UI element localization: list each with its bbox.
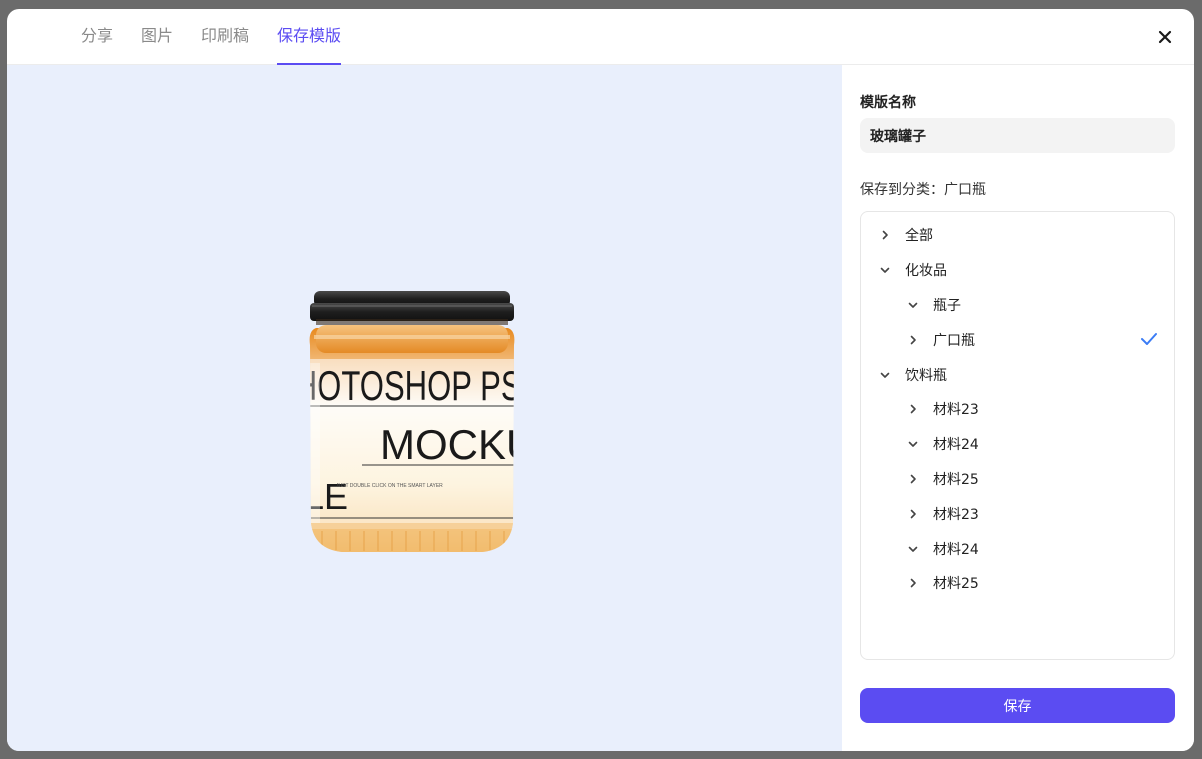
- tab-print[interactable]: 印刷稿: [201, 9, 249, 65]
- tree-item-material[interactable]: 材料25: [861, 566, 1174, 601]
- tree-item-beverage-bottles[interactable]: 饮料瓶: [861, 357, 1174, 392]
- save-template-dialog: 分享 图片 印刷稿 保存模版 HOTOSHOP PS MOCKU LE JUST…: [7, 9, 1194, 751]
- tree-item-wide-mouth-bottle[interactable]: 广口瓶: [861, 322, 1174, 357]
- chevron-down-icon: [908, 441, 918, 447]
- mockup-preview: PHOTOSHOP PSD MOCKUP LE Y JUST DOUBLE CL…: [7, 65, 842, 751]
- template-name-label: 模版名称: [860, 95, 916, 111]
- tree-item-label: 全部: [905, 228, 933, 245]
- tree-item-label: 化妆品: [905, 263, 947, 280]
- tree-item-label: 材料23: [933, 506, 979, 523]
- tree-item-cosmetics[interactable]: 化妆品: [861, 253, 1174, 288]
- close-icon: [1158, 30, 1172, 44]
- tree-item-material[interactable]: 材料23: [861, 392, 1174, 427]
- check-icon: [1141, 333, 1157, 346]
- chevron-down-icon: [908, 546, 918, 552]
- mockup-small-text: JUST DOUBLE CLICK ON THE SMART LAYER: [336, 483, 443, 489]
- chevron-right-icon: [910, 579, 916, 588]
- mockup-title-text: PHOTOSHOP PSD: [302, 362, 522, 409]
- tree-item-label: 广口瓶: [933, 332, 975, 349]
- tree-item-bottles[interactable]: 瓶子: [861, 288, 1174, 323]
- chevron-right-icon: [910, 335, 916, 345]
- chevron-down-icon: [908, 302, 918, 308]
- chevron-right-icon: [882, 231, 888, 240]
- tree-item-label: 材料25: [933, 576, 979, 593]
- chevron-down-icon: [880, 267, 890, 273]
- tree-item-label: 材料25: [933, 471, 979, 488]
- chevron-right-icon: [910, 405, 916, 414]
- tree-item-label: 瓶子: [933, 297, 961, 314]
- template-name-input[interactable]: [860, 118, 1175, 153]
- tab-bar: 分享 图片 印刷稿 保存模版: [81, 9, 369, 65]
- tree-item-material[interactable]: 材料24: [861, 531, 1174, 566]
- template-settings-panel: 模版名称 保存到分类：广口瓶 全部 化妆品 瓶子 广口瓶: [842, 65, 1194, 751]
- tab-save-template[interactable]: 保存模版: [277, 9, 342, 65]
- glass-jar-mockup-image: PHOTOSHOP PSD MOCKUP LE Y JUST DOUBLE CL…: [302, 291, 522, 552]
- tree-item-material[interactable]: 材料23: [861, 496, 1174, 531]
- tree-item-label: 材料24: [933, 541, 979, 558]
- chevron-right-icon: [910, 474, 916, 484]
- tree-item-label: 材料23: [933, 402, 979, 419]
- tree-item-all[interactable]: 全部: [861, 218, 1174, 253]
- mockup-right-letter: Y: [514, 479, 522, 512]
- tree-item-label: 饮料瓶: [905, 367, 947, 384]
- tree-item-material[interactable]: 材料25: [861, 462, 1174, 497]
- tab-share[interactable]: 分享: [81, 9, 113, 65]
- mockup-subtitle-text: MOCKUP: [380, 421, 522, 468]
- close-button[interactable]: [1154, 26, 1176, 48]
- save-category-label: 保存到分类：广口瓶: [860, 182, 986, 198]
- dialog-header: 分享 图片 印刷稿 保存模版: [7, 9, 1194, 65]
- chevron-right-icon: [910, 509, 916, 519]
- category-tree: 全部 化妆品 瓶子 广口瓶 饮料瓶 材料23 材料24 材料25 材料23 材料…: [860, 211, 1175, 660]
- save-button[interactable]: 保存: [860, 688, 1175, 723]
- tree-item-label: 材料24: [933, 437, 979, 454]
- chevron-down-icon: [880, 372, 890, 378]
- tab-image[interactable]: 图片: [141, 9, 173, 65]
- tree-item-material[interactable]: 材料24: [861, 427, 1174, 462]
